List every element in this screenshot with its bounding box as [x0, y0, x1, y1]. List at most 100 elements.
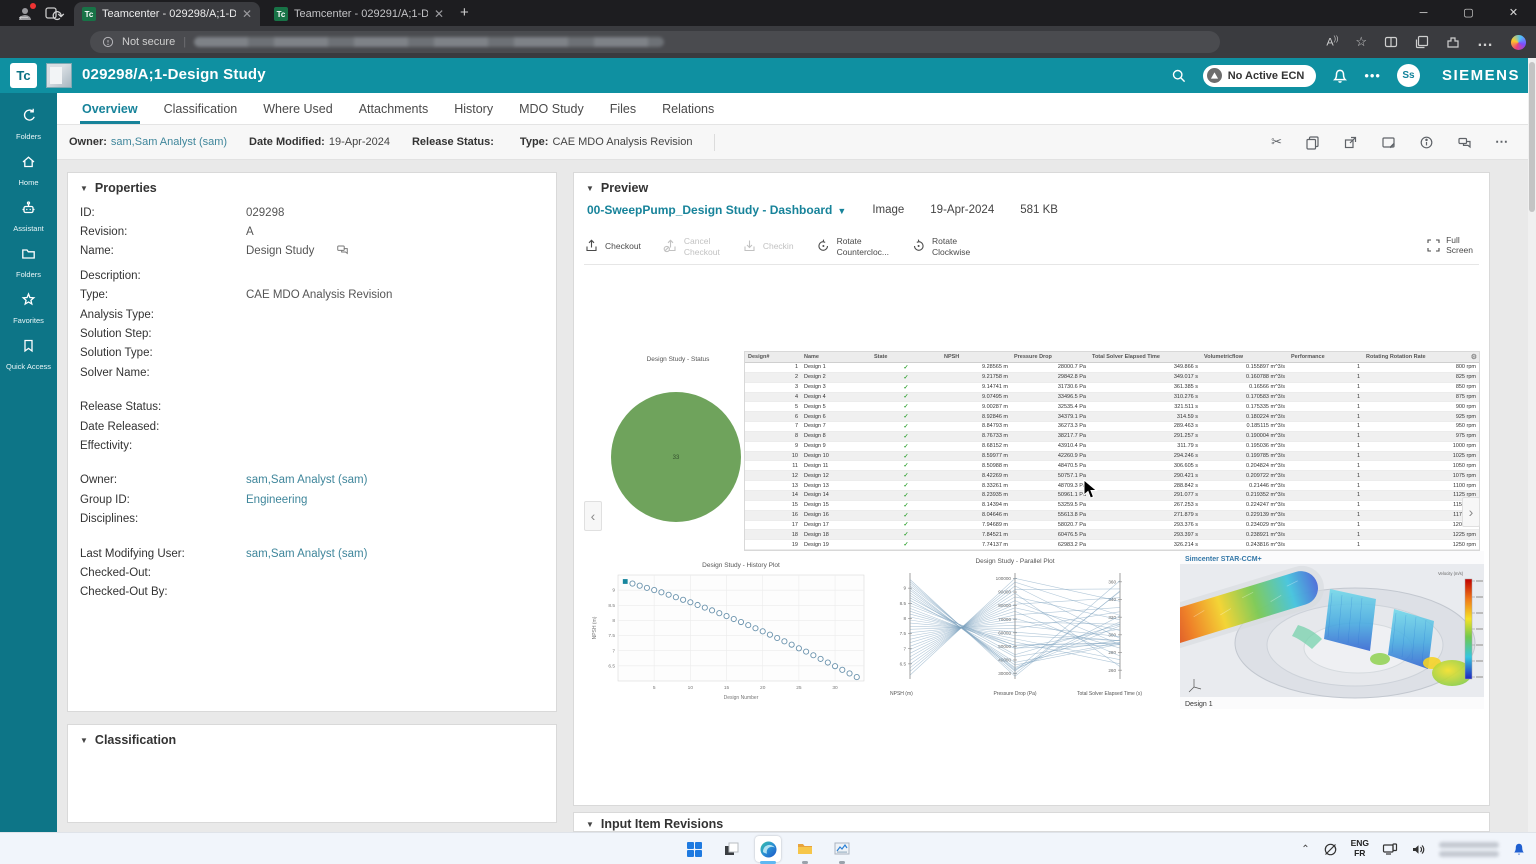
- page-scrollbar[interactable]: [1528, 58, 1536, 832]
- language-indicator[interactable]: ENGFR: [1351, 839, 1369, 859]
- edge-taskbar-icon[interactable]: [755, 836, 781, 862]
- property-value[interactable]: Engineering: [246, 494, 307, 506]
- input-item-revisions-header[interactable]: ▼ Input Item Revisions: [574, 813, 1489, 832]
- classification-header[interactable]: ▼ Classification: [68, 725, 556, 751]
- column-header[interactable]: Design#: [745, 354, 801, 360]
- notifications-bell-icon[interactable]: [1332, 68, 1348, 84]
- properties-header[interactable]: ▼ Properties: [68, 173, 556, 199]
- column-header[interactable]: Name: [801, 354, 871, 360]
- table-row[interactable]: 4Design 4✓9.07495 m33496.5 Pa310.276 s0.…: [745, 393, 1479, 403]
- table-row[interactable]: 7Design 7✓8.84793 m36273.3 Pa289.463 s0.…: [745, 422, 1479, 432]
- tray-expand-chevron[interactable]: ⌃: [1301, 844, 1309, 855]
- tab-relations[interactable]: Relations: [649, 93, 727, 124]
- chat-icon[interactable]: [1457, 135, 1472, 150]
- rotate-clockwise-button[interactable]: RotateClockwise: [911, 236, 970, 256]
- column-header[interactable]: Pressure Drop: [1011, 354, 1089, 360]
- minimize-button[interactable]: ─: [1401, 0, 1446, 26]
- column-header[interactable]: Volumetricflow: [1201, 354, 1288, 360]
- tab-where-used[interactable]: Where Used: [250, 93, 345, 124]
- tab-close-icon[interactable]: ✕: [434, 7, 444, 21]
- table-row[interactable]: 14Design 14✓8.23935 m50961.1 Pa291.077 s…: [745, 491, 1479, 501]
- search-icon[interactable]: [1171, 68, 1187, 84]
- teamcenter-logo[interactable]: Tc: [10, 63, 37, 88]
- read-aloud-icon[interactable]: A)): [1326, 36, 1338, 49]
- column-header[interactable]: Performance: [1288, 354, 1363, 360]
- column-header[interactable]: Total Solver Elapsed Time: [1089, 354, 1201, 360]
- close-button[interactable]: ✕: [1491, 0, 1536, 26]
- dataset-selector[interactable]: 00-SweepPump_Design Study - Dashboard▼: [587, 203, 846, 217]
- sidebar-item-folders[interactable]: Folders: [0, 239, 57, 285]
- clock-redacted[interactable]: [1439, 842, 1499, 857]
- column-header[interactable]: NPSH: [941, 354, 1011, 360]
- browser-tab[interactable]: TcTeamcenter - 029291/A;1-Design✕: [266, 2, 452, 26]
- tab-files[interactable]: Files: [597, 93, 649, 124]
- table-row[interactable]: 1Design 1✓9.28565 m28000.7 Pa349.866 s0.…: [745, 363, 1479, 373]
- tray-globe-off-icon[interactable]: [1323, 842, 1338, 857]
- table-row[interactable]: 15Design 15✓8.14394 m53259.5 Pa267.253 s…: [745, 501, 1479, 511]
- rotate-counterclockwise-button[interactable]: RotateCountercloc...: [816, 236, 889, 256]
- table-settings-gear-icon[interactable]: ⚙: [1471, 353, 1477, 361]
- back-icon[interactable]: ←: [16, 7, 31, 24]
- sidebar-item-folders[interactable]: Folders: [0, 101, 57, 147]
- previous-dataset-chevron[interactable]: ‹: [584, 501, 602, 531]
- volume-icon[interactable]: [1411, 842, 1426, 857]
- tab-overview[interactable]: Overview: [69, 93, 151, 124]
- sidebar-item-quick-access[interactable]: Quick Access: [0, 331, 57, 377]
- sidebar-item-home[interactable]: Home: [0, 147, 57, 193]
- maximize-button[interactable]: ▢: [1446, 0, 1491, 26]
- table-row[interactable]: 6Design 6✓8.92846 m34379.1 Pa314.59 s0.1…: [745, 412, 1479, 422]
- property-value[interactable]: sam,Sam Analyst (sam): [246, 548, 367, 560]
- copy-icon[interactable]: [1305, 135, 1320, 150]
- user-avatar[interactable]: Ss: [1397, 64, 1420, 87]
- tab-classification[interactable]: Classification: [151, 93, 251, 124]
- next-dataset-chevron[interactable]: ›: [1462, 497, 1480, 527]
- table-row[interactable]: 12Design 12✓8.42269 m50757.1 Pa290.421 s…: [745, 471, 1479, 481]
- preview-header[interactable]: ▼ Preview: [574, 173, 1489, 199]
- address-bar[interactable]: Not secure |: [90, 31, 1220, 53]
- table-row[interactable]: 10Design 10✓8.59977 m42260.9 Pa294.246 s…: [745, 452, 1479, 462]
- table-row[interactable]: 8Design 8✓8.76733 m38217.7 Pa291.257 s0.…: [745, 432, 1479, 442]
- checkout-button[interactable]: Checkout: [584, 238, 641, 255]
- tab-attachments[interactable]: Attachments: [346, 93, 441, 124]
- file-explorer-icon[interactable]: [792, 836, 818, 862]
- open-in-new-icon[interactable]: [1343, 135, 1358, 150]
- table-row[interactable]: 13Design 13✓8.33261 m48709.3 Pa288.842 s…: [745, 481, 1479, 491]
- column-header[interactable]: Rotating Rotation Rate: [1363, 354, 1479, 360]
- cut-icon[interactable]: ✂: [1271, 134, 1282, 150]
- property-value[interactable]: sam,Sam Analyst (sam): [246, 474, 367, 486]
- tab-history[interactable]: History: [441, 93, 506, 124]
- sidebar-item-assistant[interactable]: Assistant: [0, 193, 57, 239]
- more-actions-icon[interactable]: ⋯: [1495, 134, 1508, 150]
- tab-close-icon[interactable]: ✕: [242, 7, 252, 21]
- header-more-icon[interactable]: •••: [1364, 68, 1381, 83]
- copilot-icon[interactable]: [1511, 35, 1526, 50]
- scrollbar-thumb[interactable]: [1529, 62, 1535, 212]
- monitor-app-icon[interactable]: [829, 836, 855, 862]
- favorites-star-icon[interactable]: ☆: [1355, 34, 1367, 50]
- extensions-icon[interactable]: [1446, 35, 1460, 49]
- table-row[interactable]: 9Design 9✓8.68152 m43910.4 Pa311.79 s0.1…: [745, 442, 1479, 452]
- info-field-value[interactable]: sam,Sam Analyst (sam): [111, 136, 227, 148]
- column-header[interactable]: State: [871, 354, 941, 360]
- sidebar-item-favorites[interactable]: Favorites: [0, 285, 57, 331]
- table-row[interactable]: 11Design 11✓8.50988 m48470.5 Pa306.605 s…: [745, 461, 1479, 471]
- new-tab-button[interactable]: +: [460, 4, 469, 21]
- table-row[interactable]: 19Design 19✓7.74137 m62983.2 Pa326.214 s…: [745, 540, 1479, 550]
- ecn-badge[interactable]: No Active ECN: [1203, 65, 1317, 87]
- network-devices-icon[interactable]: [1382, 842, 1398, 857]
- info-icon[interactable]: [1419, 135, 1434, 150]
- refresh-icon[interactable]: ⟳: [52, 7, 65, 25]
- fullscreen-button[interactable]: FullScreen: [1427, 235, 1473, 255]
- start-button[interactable]: [681, 836, 707, 862]
- collections-icon[interactable]: [1415, 35, 1429, 49]
- dataset-edit-icon[interactable]: [1381, 135, 1396, 150]
- settings-more-icon[interactable]: …: [1477, 33, 1494, 51]
- tab-mdo-study[interactable]: MDO Study: [506, 93, 597, 124]
- task-view-button[interactable]: [718, 836, 744, 862]
- annotation-icon[interactable]: [336, 243, 349, 259]
- table-row[interactable]: 16Design 16✓8.04646 m55613.8 Pa271.879 s…: [745, 511, 1479, 521]
- site-info-icon[interactable]: [102, 36, 114, 48]
- table-row[interactable]: 18Design 18✓7.84521 m60476.5 Pa293.397 s…: [745, 530, 1479, 540]
- browser-tab[interactable]: TcTeamcenter - 029298/A;1-Design✕: [74, 2, 260, 26]
- split-screen-icon[interactable]: [1384, 35, 1398, 49]
